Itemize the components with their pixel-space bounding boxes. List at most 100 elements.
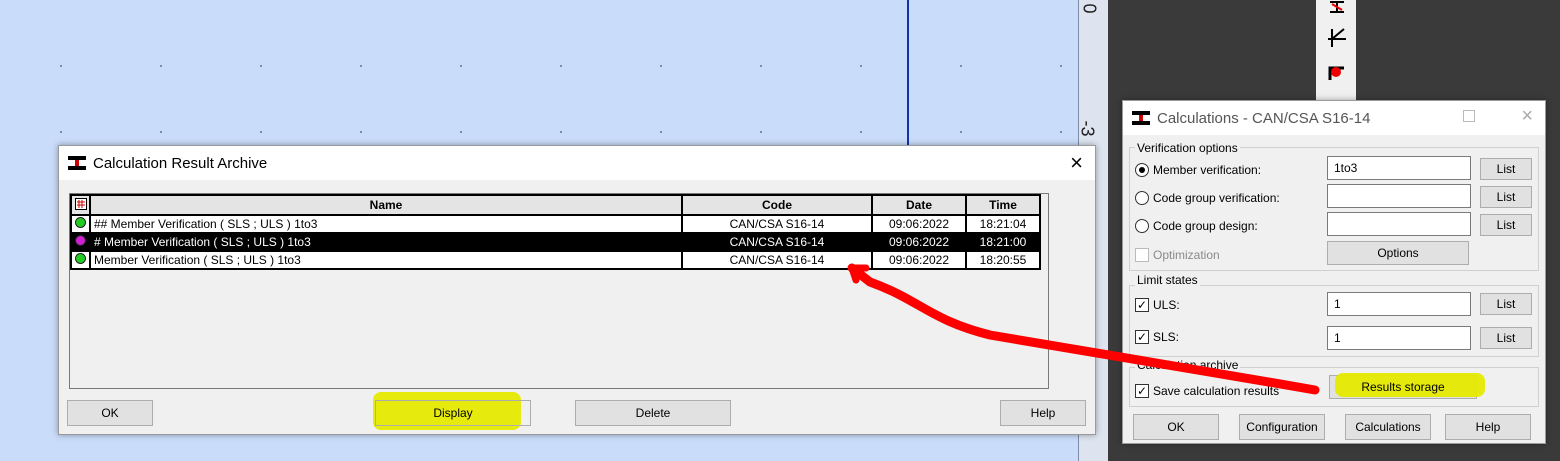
grid-dot bbox=[160, 65, 162, 67]
verification-options-label: Verification options bbox=[1135, 141, 1240, 155]
ruler-label-mid: -3 bbox=[1077, 120, 1098, 137]
calc-dialog-titlebar[interactable]: Calculations - CAN/CSA S16-14 × bbox=[1123, 101, 1545, 135]
calculations-button[interactable]: Calculations bbox=[1345, 414, 1431, 440]
uls-checkbox[interactable]: ✓ bbox=[1135, 298, 1149, 312]
row-date-cell: 09:06:2022 bbox=[871, 232, 967, 252]
grid-dot bbox=[60, 65, 62, 67]
row-time-cell: 18:21:04 bbox=[965, 214, 1041, 234]
grid-dot bbox=[360, 131, 362, 133]
code-group-verification-field[interactable] bbox=[1327, 184, 1471, 208]
member-list-button[interactable]: List bbox=[1480, 158, 1532, 180]
grid-dot bbox=[560, 65, 562, 67]
grid-dot bbox=[60, 131, 62, 133]
column-header-date[interactable]: Date bbox=[871, 194, 967, 216]
grid-dot bbox=[960, 131, 962, 133]
uls-label: ULS: bbox=[1153, 298, 1180, 312]
close-icon[interactable]: × bbox=[1521, 105, 1533, 128]
grid-dot bbox=[260, 131, 262, 133]
node-tool-icon[interactable] bbox=[1326, 27, 1348, 49]
code-group-verification-label: Code group verification: bbox=[1153, 191, 1280, 205]
row-code-cell: CAN/CSA S16-14 bbox=[681, 214, 873, 234]
sls-list-button[interactable]: List bbox=[1480, 327, 1532, 349]
grid-dot bbox=[160, 131, 162, 133]
calc-dialog-title: Calculations - CAN/CSA S16-14 bbox=[1157, 110, 1371, 127]
status-icon bbox=[70, 232, 91, 252]
archive-grid: Name Code Date Time ## Member Verificati… bbox=[70, 194, 1041, 270]
table-row[interactable]: # Member Verification ( SLS ; ULS ) 1to3… bbox=[70, 232, 1041, 252]
row-name-cell: # Member Verification ( SLS ; ULS ) 1to3 bbox=[89, 232, 683, 252]
delete-button[interactable]: Delete bbox=[575, 400, 731, 426]
calculations-dialog: Calculations - CAN/CSA S16-14 × Verifica… bbox=[1122, 100, 1546, 444]
status-dot-icon bbox=[75, 253, 86, 264]
vertical-toolbar bbox=[1316, 0, 1356, 100]
grid-dot bbox=[860, 65, 862, 67]
grid-dot bbox=[1060, 131, 1062, 133]
column-header-code[interactable]: Code bbox=[681, 194, 873, 216]
archive-ok-button[interactable]: OK bbox=[67, 400, 153, 426]
code-group-design-list-button[interactable]: List bbox=[1480, 214, 1532, 236]
close-icon[interactable]: × bbox=[1070, 150, 1083, 176]
row-date-cell: 09:06:2022 bbox=[871, 214, 967, 234]
member-verification-label: Member verification: bbox=[1153, 163, 1262, 177]
grid-dot bbox=[460, 65, 462, 67]
row-date-cell: 09:06:2022 bbox=[871, 250, 967, 270]
table-row[interactable]: Member Verification ( SLS ; ULS ) 1to3 CA… bbox=[70, 250, 1041, 270]
ruler-label-top: 0 bbox=[1079, 3, 1100, 14]
column-header-time[interactable]: Time bbox=[965, 194, 1041, 216]
save-results-label: Save calculation results bbox=[1153, 384, 1280, 398]
limit-states-label: Limit states bbox=[1135, 273, 1200, 287]
member-verification-radio[interactable] bbox=[1135, 163, 1149, 177]
select-all-icon[interactable] bbox=[70, 194, 91, 216]
row-name-cell: ## Member Verification ( SLS ; ULS ) 1to… bbox=[89, 214, 683, 234]
row-time-cell: 18:20:55 bbox=[965, 250, 1041, 270]
code-group-verification-list-button[interactable]: List bbox=[1480, 186, 1532, 208]
sls-field[interactable]: 1 bbox=[1327, 326, 1471, 350]
grid-dot bbox=[1060, 65, 1062, 67]
row-time-cell: 18:21:00 bbox=[965, 232, 1041, 252]
optimization-checkbox[interactable] bbox=[1135, 248, 1149, 262]
maximize-icon[interactable] bbox=[1463, 110, 1475, 122]
options-button[interactable]: Options bbox=[1327, 241, 1469, 265]
archive-table: Name Code Date Time ## Member Verificati… bbox=[69, 193, 1049, 389]
table-row[interactable]: ## Member Verification ( SLS ; ULS ) 1to… bbox=[70, 214, 1041, 234]
code-group-design-field[interactable] bbox=[1327, 212, 1471, 236]
row-code-cell: CAN/CSA S16-14 bbox=[681, 250, 873, 270]
grid-dot bbox=[260, 65, 262, 67]
grid-dot bbox=[360, 65, 362, 67]
grid-dot bbox=[460, 131, 462, 133]
app-logo-icon bbox=[1132, 111, 1150, 125]
sls-label: SLS: bbox=[1153, 330, 1180, 344]
uls-list-button[interactable]: List bbox=[1480, 293, 1532, 315]
archive-help-button[interactable]: Help bbox=[1000, 400, 1086, 426]
calculation-archive-label: Calculation archive bbox=[1135, 358, 1241, 372]
calc-ok-button[interactable]: OK bbox=[1133, 414, 1219, 440]
status-dot-icon bbox=[75, 235, 86, 246]
column-header-name[interactable]: Name bbox=[89, 194, 683, 216]
grid-dot bbox=[660, 65, 662, 67]
archive-dialog: Calculation Result Archive × Name Code D… bbox=[58, 145, 1096, 435]
row-name-cell: Member Verification ( SLS ; ULS ) 1to3 bbox=[89, 250, 683, 270]
save-results-checkbox[interactable]: ✓ bbox=[1135, 384, 1149, 398]
calc-help-button[interactable]: Help bbox=[1445, 414, 1531, 440]
optimization-label: Optimization bbox=[1153, 248, 1220, 262]
results-storage-button[interactable]: Results storage bbox=[1329, 375, 1477, 399]
archive-dialog-titlebar[interactable]: Calculation Result Archive × bbox=[59, 146, 1095, 180]
uls-field[interactable]: 1 bbox=[1327, 292, 1471, 316]
status-icon bbox=[70, 214, 91, 234]
display-button[interactable]: Display bbox=[375, 400, 531, 426]
code-group-verification-radio[interactable] bbox=[1135, 191, 1149, 205]
grid-dot bbox=[760, 65, 762, 67]
configuration-button[interactable]: Configuration bbox=[1239, 414, 1325, 440]
status-icon bbox=[70, 250, 91, 270]
app-logo-icon bbox=[68, 156, 86, 170]
member-verification-field[interactable]: 1to3 bbox=[1327, 156, 1471, 180]
archive-dialog-title: Calculation Result Archive bbox=[93, 155, 268, 172]
support-tool-icon[interactable] bbox=[1326, 0, 1348, 22]
grid-dot bbox=[760, 131, 762, 133]
grid-dot bbox=[960, 65, 962, 67]
sls-checkbox[interactable]: ✓ bbox=[1135, 330, 1149, 344]
load-tool-icon[interactable] bbox=[1326, 60, 1348, 82]
structure-member-line bbox=[907, 0, 909, 160]
row-code-cell: CAN/CSA S16-14 bbox=[681, 232, 873, 252]
code-group-design-radio[interactable] bbox=[1135, 219, 1149, 233]
